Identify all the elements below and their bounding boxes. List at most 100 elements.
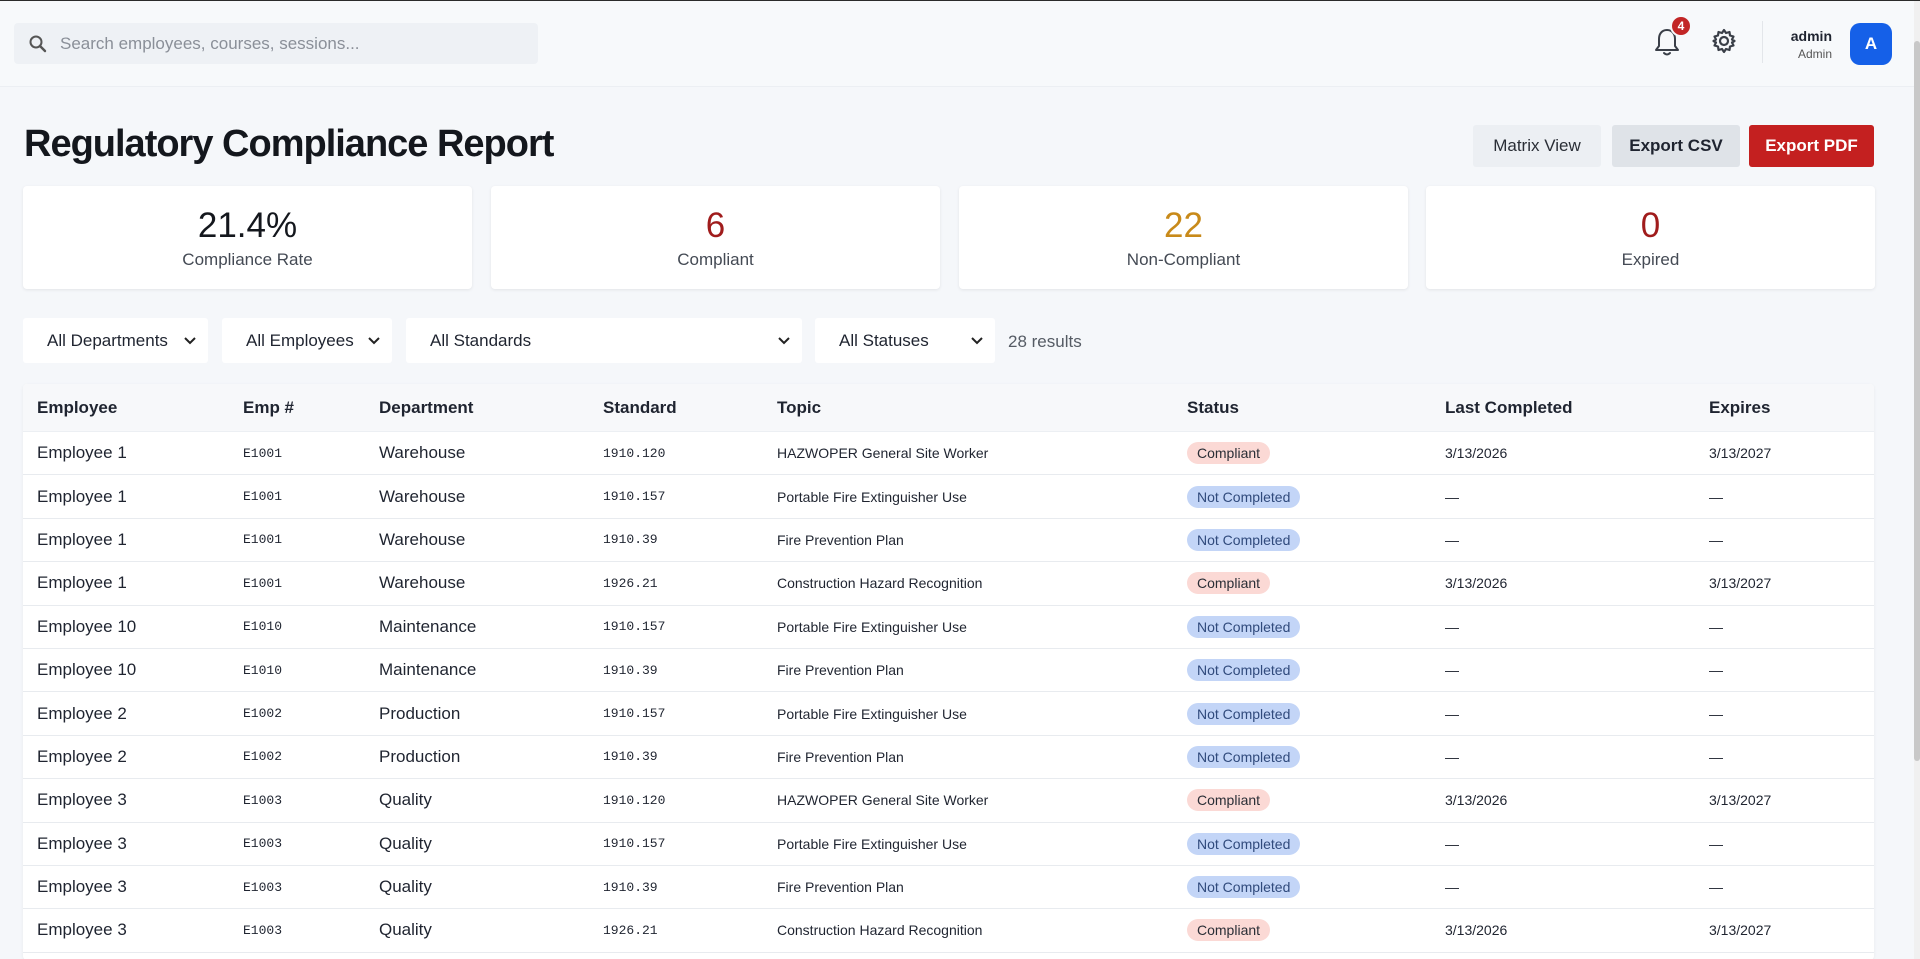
cell-emp-number: E1002 (243, 749, 283, 765)
cell-department: Warehouse (379, 573, 466, 593)
cell-expires: 3/13/2027 (1709, 575, 1772, 592)
cell-status: Compliant (1187, 919, 1445, 942)
stat-card-compliant: 6 Compliant (491, 186, 940, 289)
cell-status: Not Completed (1187, 659, 1445, 682)
cell-emp-number: E1001 (243, 489, 283, 505)
cell-emp-number: E1001 (243, 532, 283, 548)
table-row[interactable]: Employee 10 E1010 Maintenance 1910.157 Porta… (23, 606, 1874, 649)
stat-card-expired: 0 Expired (1426, 186, 1875, 289)
compliance-table: Employee Emp # Department Standard Topic… (23, 384, 1874, 959)
status-badge: Not Completed (1187, 528, 1301, 551)
cell-emp-number: E1001 (243, 445, 283, 461)
cell-standard: 1910.157 (603, 489, 666, 505)
column-header-expires[interactable]: Expires (1709, 398, 1874, 418)
status-badge: Compliant (1187, 789, 1271, 812)
cell-last-completed: — (1445, 879, 1459, 896)
stat-value: 22 (1164, 206, 1203, 245)
cell-last-completed: — (1445, 748, 1459, 765)
standard-filter[interactable]: All Standards (406, 318, 802, 363)
scrollbar-thumb[interactable] (1914, 41, 1920, 761)
cell-topic: HAZWOPER General Site Worker (777, 445, 989, 462)
cell-last-completed: 3/13/2026 (1445, 922, 1508, 939)
export-csv-button[interactable]: Export CSV (1612, 125, 1740, 167)
cell-emp-number: E1010 (243, 619, 283, 635)
cell-emp-number: E1001 (243, 575, 283, 591)
cell-employee: Employee 10 (37, 660, 137, 680)
department-filter[interactable]: All Departments (23, 318, 208, 363)
column-header-status[interactable]: Status (1187, 398, 1445, 418)
avatar[interactable]: A (1850, 23, 1892, 65)
cell-topic: Portable Fire Extinguisher Use (777, 705, 967, 722)
cell-status: Not Completed (1187, 528, 1445, 551)
table-row[interactable]: Employee 3 E1003 Quality 1910.157 Portable F… (23, 823, 1874, 866)
stat-card-compliance-rate: 21.4% Compliance Rate (23, 186, 472, 289)
search-icon (29, 35, 47, 52)
cell-standard: 1910.157 (603, 836, 666, 852)
export-pdf-button[interactable]: Export PDF (1749, 125, 1874, 167)
search-box[interactable] (14, 23, 538, 64)
cell-employee: Employee 2 (37, 746, 127, 766)
table-body: Employee 1 E1001 Warehouse 1910.120 HAZWOPER… (23, 432, 1874, 953)
stat-value: 21.4% (197, 206, 298, 245)
stat-label: Non-Compliant (1126, 250, 1241, 269)
chevron-down-icon (778, 336, 790, 344)
cell-last-completed: — (1445, 531, 1459, 548)
cell-department: Maintenance (379, 660, 477, 680)
notification-badge: 4 (1670, 15, 1692, 37)
cell-employee: Employee 3 (37, 920, 127, 940)
gear-icon[interactable] (1710, 27, 1738, 55)
cell-expires: — (1709, 835, 1723, 852)
status-badge: Not Completed (1187, 659, 1301, 682)
column-header-department[interactable]: Department (379, 398, 603, 418)
column-header-topic[interactable]: Topic (777, 398, 1187, 418)
table-row[interactable]: Employee 3 E1003 Quality 1910.39 Fire Preven… (23, 866, 1874, 910)
status-badge: Not Completed (1187, 876, 1301, 899)
column-header-last-completed[interactable]: Last Completed (1445, 398, 1709, 418)
cell-department: Production (379, 703, 461, 723)
cell-expires: — (1709, 618, 1723, 635)
cell-employee: Employee 1 (37, 443, 127, 463)
column-header-standard[interactable]: Standard (603, 398, 777, 418)
table-row[interactable]: Employee 3 E1003 Quality 1910.120 HAZWOPER G… (23, 779, 1874, 823)
cell-department: Warehouse (379, 443, 466, 463)
results-count: 28 results (1008, 332, 1082, 351)
table-row[interactable]: Employee 1 E1001 Warehouse 1910.39 Fire Prev… (23, 519, 1874, 563)
cell-last-completed: — (1445, 618, 1459, 635)
stat-label: Compliance Rate (182, 250, 313, 269)
column-header-emp-number[interactable]: Emp # (243, 398, 379, 418)
cell-employee: Employee 10 (37, 616, 137, 636)
cell-employee: Employee 3 (37, 790, 127, 810)
table-row[interactable]: Employee 10 E1010 Maintenance 1910.39 Fire P… (23, 649, 1874, 693)
cell-expires: — (1709, 748, 1723, 765)
table-row[interactable]: Employee 1 E1001 Warehouse 1910.157 Portable… (23, 475, 1874, 519)
table-row[interactable]: Employee 2 E1002 Production 1910.39 Fire Pre… (23, 736, 1874, 780)
status-filter[interactable]: All Statuses (815, 318, 995, 363)
cell-status: Not Completed (1187, 485, 1445, 508)
column-header-employee[interactable]: Employee (23, 398, 243, 418)
cell-department: Quality (379, 920, 432, 940)
cell-standard: 1910.39 (603, 662, 658, 678)
matrix-view-button[interactable]: Matrix View (1473, 125, 1601, 167)
filter-label: All Departments (47, 330, 168, 350)
cell-standard: 1910.39 (603, 749, 658, 765)
page-scrollbar[interactable] (1914, 1, 1920, 959)
page-title: Regulatory Compliance Report (24, 123, 554, 165)
cell-standard: 1910.120 (603, 792, 666, 808)
table-row[interactable]: Employee 2 E1002 Production 1910.157 Portabl… (23, 692, 1874, 736)
cell-status: Not Completed (1187, 615, 1445, 638)
table-row[interactable]: Employee 3 E1003 Quality 1926.21 Constructio… (23, 909, 1874, 953)
cell-standard: 1926.21 (603, 575, 658, 591)
table-row[interactable]: Employee 1 E1001 Warehouse 1910.120 HAZWOPER… (23, 432, 1874, 476)
filter-label: All Statuses (839, 330, 929, 350)
cell-last-completed: — (1445, 488, 1459, 505)
employee-filter[interactable]: All Employees (222, 318, 392, 363)
cell-department: Quality (379, 833, 432, 853)
cell-employee: Employee 1 (37, 529, 127, 549)
cell-topic: Portable Fire Extinguisher Use (777, 488, 967, 505)
cell-department: Quality (379, 790, 432, 810)
status-badge: Not Completed (1187, 832, 1301, 855)
table-row[interactable]: Employee 1 E1001 Warehouse 1926.21 Construct… (23, 562, 1874, 606)
cell-emp-number: E1003 (243, 836, 283, 852)
stat-card-non-compliant: 22 Non-Compliant (959, 186, 1408, 289)
search-input[interactable] (60, 33, 520, 54)
